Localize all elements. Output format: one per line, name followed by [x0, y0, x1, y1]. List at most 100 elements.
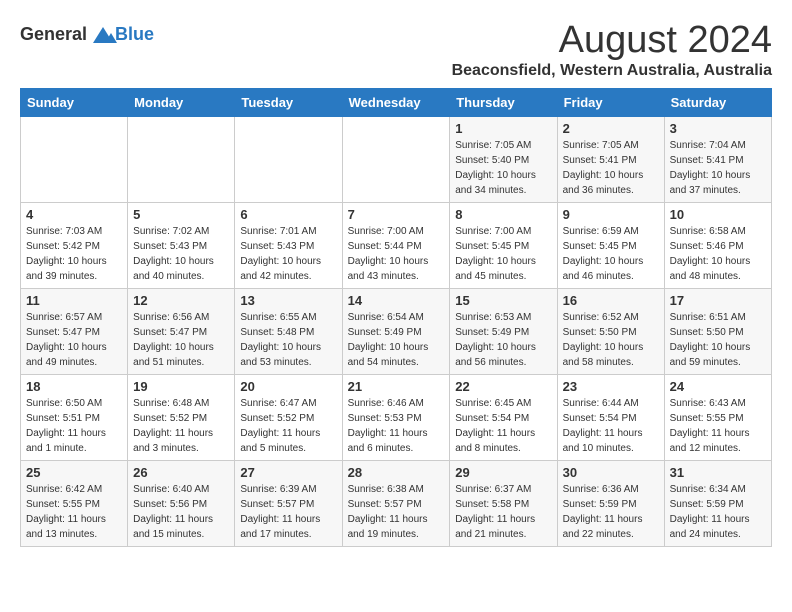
daylight: Daylight: 11 hours and 15 minutes. — [133, 514, 213, 540]
day-info: Sunrise: 6:48 AM Sunset: 5:52 PM Dayligh… — [133, 396, 229, 456]
day-info: Sunrise: 7:00 AM Sunset: 5:45 PM Dayligh… — [455, 224, 551, 284]
day-info: Sunrise: 6:56 AM Sunset: 5:47 PM Dayligh… — [133, 310, 229, 370]
sunset: Sunset: 5:55 PM — [26, 499, 100, 510]
logo-text: General Blue — [20, 24, 154, 46]
calendar-cell: 10 Sunrise: 6:58 AM Sunset: 5:46 PM Dayl… — [664, 202, 771, 288]
sunset: Sunset: 5:56 PM — [133, 499, 207, 510]
sunrise: Sunrise: 6:59 AM — [563, 226, 639, 237]
day-info: Sunrise: 7:01 AM Sunset: 5:43 PM Dayligh… — [240, 224, 336, 284]
sunset: Sunset: 5:43 PM — [133, 241, 207, 252]
day-info: Sunrise: 6:36 AM Sunset: 5:59 PM Dayligh… — [563, 482, 659, 542]
sunset: Sunset: 5:52 PM — [133, 413, 207, 424]
sunset: Sunset: 5:42 PM — [26, 241, 100, 252]
day-number: 30 — [563, 465, 659, 480]
weekday-header-wednesday: Wednesday — [342, 88, 450, 116]
calendar-cell: 28 Sunrise: 6:38 AM Sunset: 5:57 PM Dayl… — [342, 460, 450, 546]
daylight: Daylight: 10 hours and 51 minutes. — [133, 342, 214, 368]
day-info: Sunrise: 6:54 AM Sunset: 5:49 PM Dayligh… — [348, 310, 445, 370]
sunrise: Sunrise: 6:56 AM — [133, 312, 209, 323]
weekday-header-friday: Friday — [557, 88, 664, 116]
day-number: 27 — [240, 465, 336, 480]
calendar-cell: 18 Sunrise: 6:50 AM Sunset: 5:51 PM Dayl… — [21, 374, 128, 460]
calendar-cell: 5 Sunrise: 7:02 AM Sunset: 5:43 PM Dayli… — [128, 202, 235, 288]
sunrise: Sunrise: 6:37 AM — [455, 484, 531, 495]
calendar-table: SundayMondayTuesdayWednesdayThursdayFrid… — [20, 88, 772, 547]
calendar-cell: 17 Sunrise: 6:51 AM Sunset: 5:50 PM Dayl… — [664, 288, 771, 374]
sunrise: Sunrise: 6:51 AM — [670, 312, 746, 323]
daylight: Daylight: 11 hours and 19 minutes. — [348, 514, 428, 540]
calendar-cell: 20 Sunrise: 6:47 AM Sunset: 5:52 PM Dayl… — [235, 374, 342, 460]
calendar-cell: 11 Sunrise: 6:57 AM Sunset: 5:47 PM Dayl… — [21, 288, 128, 374]
calendar-cell: 2 Sunrise: 7:05 AM Sunset: 5:41 PM Dayli… — [557, 116, 664, 202]
sunrise: Sunrise: 7:05 AM — [455, 140, 531, 151]
weekday-header-monday: Monday — [128, 88, 235, 116]
week-row-2: 4 Sunrise: 7:03 AM Sunset: 5:42 PM Dayli… — [21, 202, 772, 288]
sunrise: Sunrise: 6:44 AM — [563, 398, 639, 409]
day-number: 4 — [26, 207, 122, 222]
sunrise: Sunrise: 7:00 AM — [455, 226, 531, 237]
week-row-4: 18 Sunrise: 6:50 AM Sunset: 5:51 PM Dayl… — [21, 374, 772, 460]
sunrise: Sunrise: 6:43 AM — [670, 398, 746, 409]
daylight: Daylight: 10 hours and 46 minutes. — [563, 256, 644, 282]
sunset: Sunset: 5:52 PM — [240, 413, 314, 424]
weekday-header-tuesday: Tuesday — [235, 88, 342, 116]
day-number: 13 — [240, 293, 336, 308]
sunset: Sunset: 5:45 PM — [455, 241, 529, 252]
sunrise: Sunrise: 7:00 AM — [348, 226, 424, 237]
sunrise: Sunrise: 7:04 AM — [670, 140, 746, 151]
daylight: Daylight: 10 hours and 48 minutes. — [670, 256, 751, 282]
day-info: Sunrise: 6:34 AM Sunset: 5:59 PM Dayligh… — [670, 482, 766, 542]
sunset: Sunset: 5:51 PM — [26, 413, 100, 424]
daylight: Daylight: 10 hours and 56 minutes. — [455, 342, 536, 368]
daylight: Daylight: 11 hours and 17 minutes. — [240, 514, 320, 540]
week-row-1: 1 Sunrise: 7:05 AM Sunset: 5:40 PM Dayli… — [21, 116, 772, 202]
sunset: Sunset: 5:41 PM — [670, 155, 744, 166]
daylight: Daylight: 11 hours and 10 minutes. — [563, 428, 643, 454]
sunset: Sunset: 5:58 PM — [455, 499, 529, 510]
logo-blue: Blue — [115, 24, 154, 45]
day-info: Sunrise: 6:45 AM Sunset: 5:54 PM Dayligh… — [455, 396, 551, 456]
sunset: Sunset: 5:47 PM — [133, 327, 207, 338]
daylight: Daylight: 10 hours and 40 minutes. — [133, 256, 214, 282]
day-info: Sunrise: 6:57 AM Sunset: 5:47 PM Dayligh… — [26, 310, 122, 370]
day-number: 12 — [133, 293, 229, 308]
sunrise: Sunrise: 6:54 AM — [348, 312, 424, 323]
header: General Blue August 2024 Beaconsfield, W… — [20, 20, 772, 80]
daylight: Daylight: 11 hours and 1 minute. — [26, 428, 106, 454]
calendar-cell: 15 Sunrise: 6:53 AM Sunset: 5:49 PM Dayl… — [450, 288, 557, 374]
sunrise: Sunrise: 7:03 AM — [26, 226, 102, 237]
sunset: Sunset: 5:44 PM — [348, 241, 422, 252]
sunrise: Sunrise: 6:53 AM — [455, 312, 531, 323]
sunrise: Sunrise: 6:42 AM — [26, 484, 102, 495]
weekday-header-sunday: Sunday — [21, 88, 128, 116]
page-container: General Blue August 2024 Beaconsfield, W… — [20, 20, 772, 547]
daylight: Daylight: 10 hours and 49 minutes. — [26, 342, 107, 368]
calendar-cell: 4 Sunrise: 7:03 AM Sunset: 5:42 PM Dayli… — [21, 202, 128, 288]
sunset: Sunset: 5:49 PM — [455, 327, 529, 338]
calendar-cell: 12 Sunrise: 6:56 AM Sunset: 5:47 PM Dayl… — [128, 288, 235, 374]
sunrise: Sunrise: 6:52 AM — [563, 312, 639, 323]
calendar-cell: 6 Sunrise: 7:01 AM Sunset: 5:43 PM Dayli… — [235, 202, 342, 288]
calendar-cell: 14 Sunrise: 6:54 AM Sunset: 5:49 PM Dayl… — [342, 288, 450, 374]
day-number: 5 — [133, 207, 229, 222]
calendar-cell: 29 Sunrise: 6:37 AM Sunset: 5:58 PM Dayl… — [450, 460, 557, 546]
calendar-cell: 24 Sunrise: 6:43 AM Sunset: 5:55 PM Dayl… — [664, 374, 771, 460]
day-info: Sunrise: 6:53 AM Sunset: 5:49 PM Dayligh… — [455, 310, 551, 370]
sunrise: Sunrise: 6:45 AM — [455, 398, 531, 409]
sunset: Sunset: 5:59 PM — [670, 499, 744, 510]
sunset: Sunset: 5:50 PM — [563, 327, 637, 338]
calendar-cell: 16 Sunrise: 6:52 AM Sunset: 5:50 PM Dayl… — [557, 288, 664, 374]
day-number: 16 — [563, 293, 659, 308]
sunset: Sunset: 5:54 PM — [455, 413, 529, 424]
day-number: 2 — [563, 121, 659, 136]
calendar-title: August 2024 — [452, 20, 772, 62]
calendar-cell: 21 Sunrise: 6:46 AM Sunset: 5:53 PM Dayl… — [342, 374, 450, 460]
daylight: Daylight: 10 hours and 37 minutes. — [670, 170, 751, 196]
day-number: 24 — [670, 379, 766, 394]
sunset: Sunset: 5:57 PM — [240, 499, 314, 510]
sunrise: Sunrise: 6:55 AM — [240, 312, 316, 323]
calendar-cell: 30 Sunrise: 6:36 AM Sunset: 5:59 PM Dayl… — [557, 460, 664, 546]
calendar-cell: 25 Sunrise: 6:42 AM Sunset: 5:55 PM Dayl… — [21, 460, 128, 546]
day-info: Sunrise: 6:43 AM Sunset: 5:55 PM Dayligh… — [670, 396, 766, 456]
sunset: Sunset: 5:57 PM — [348, 499, 422, 510]
